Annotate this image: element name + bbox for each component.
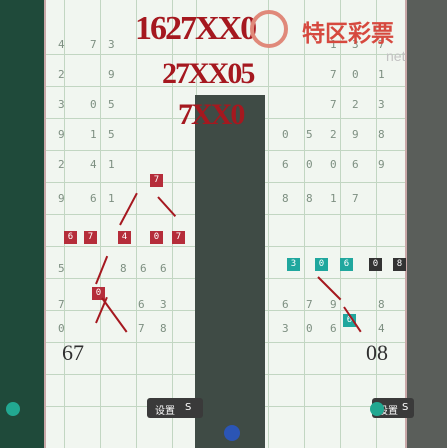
overlay-number-2: 27XX05 [162,57,255,91]
highlight-cell: 0 [150,231,163,244]
highlight-cell: 6 [64,231,77,244]
highlight-cell: 8 [393,258,406,271]
trend-digit: 3 [108,38,115,51]
trend-digit: 8 [306,192,313,205]
trend-digit: 9 [352,128,359,141]
trend-digit: 1 [108,192,115,205]
trend-digit: 8 [160,322,167,335]
trend-digit: 7 [90,38,97,51]
trend-digit: 7 [138,322,145,335]
trend-digit: 8 [378,128,385,141]
trend-digit: 7 [330,68,337,81]
trend-digit: 1 [330,192,337,205]
trend-digit: 7 [306,298,313,311]
trend-digit: 7 [352,192,359,205]
trend-digit: 8 [282,192,289,205]
trend-digit: 3 [58,98,65,111]
trend-digit: 2 [58,158,65,171]
trend-digit: 1 [108,158,115,171]
trend-digit: 7 [330,98,337,111]
trend-digit: 2 [352,98,359,111]
highlight-cell: 0 [369,258,382,271]
trend-digit: 3 [160,298,167,311]
brand-logo-icon [250,10,288,48]
trend-digit: 5 [306,128,313,141]
add-icon[interactable] [370,402,384,416]
trend-digit: 5 [108,98,115,111]
trend-digit: 0 [90,98,97,111]
trend-digit: 2 [330,128,337,141]
brand-site-suffix: net [386,48,406,64]
trend-digit: 0 [352,68,359,81]
settings-button-left-label: 设置 [155,406,175,417]
left-total-value: 67 [62,340,84,365]
grid-line [268,0,269,448]
trend-digit: 6 [352,158,359,171]
grid-line [340,0,341,448]
settings-button-right-letter: S [402,402,409,413]
overlay-number-3: 7XX0 [178,98,245,131]
trend-digit: 1 [378,68,385,81]
overlay-number-1: 1627XX0 [135,10,257,48]
overlay-number-1-head: 1627 [135,10,197,47]
grid-line [136,0,137,448]
grid-line [304,0,305,448]
overlay-number-2-tail: XX05 [188,57,255,90]
brand-text: 特区彩票 [302,20,394,46]
trend-digit: 8 [378,298,385,311]
trend-digit: 2 [58,68,65,81]
trend-digit: 4 [58,38,65,51]
overlay-number-1-tail: XX0 [195,10,257,47]
trend-digit: 0 [58,322,65,335]
highlight-cell: 7 [150,174,163,187]
trend-digit: 3 [378,98,385,111]
navigate-icon[interactable] [224,425,240,441]
highlight-cell: 4 [118,231,131,244]
highlight-cell: 7 [172,231,185,244]
settings-button-left[interactable]: 设置 S [147,398,203,418]
trend-digit: 9 [58,192,65,205]
trend-digit: 6 [282,158,289,171]
trend-digit: 9 [330,298,337,311]
right-side-panel [407,0,447,448]
trend-digit: 0 [306,322,313,335]
trend-digit: 5 [108,128,115,141]
highlight-cell: 6 [340,258,353,271]
grid-line [376,0,377,448]
trend-digit: 6 [90,192,97,205]
trend-digit: 8 [120,262,127,275]
trend-digit: 6 [282,298,289,311]
center-dark-column [195,95,265,448]
trend-digit: 9 [378,158,385,171]
trend-digit: 9 [58,128,65,141]
trend-digit: 9 [108,68,115,81]
trend-digit: 4 [378,322,385,335]
trend-digit: 4 [90,158,97,171]
trend-digit: 0 [330,158,337,171]
highlight-cell: 0 [315,258,328,271]
trend-digit: 0 [306,158,313,171]
trend-digit: 6 [140,262,147,275]
trend-digit: 6 [138,298,145,311]
trend-digit: 1 [90,128,97,141]
grid-line [100,0,101,448]
trend-digit: 0 [282,128,289,141]
grid-line [46,54,405,55]
trend-digit: 7 [58,298,65,311]
trend-digit: 6 [160,262,167,275]
overlay-number-2-head: 27 [162,57,190,90]
trend-digit: 6 [330,322,337,335]
add-icon[interactable] [6,402,20,416]
left-side-panel [0,0,44,448]
trend-digit: 5 [58,262,65,275]
settings-button-left-letter: S [185,402,192,413]
highlight-cell: 7 [84,231,97,244]
trend-digit: 3 [282,322,289,335]
right-total-value: 08 [366,340,388,365]
highlight-cell: 3 [287,258,300,271]
